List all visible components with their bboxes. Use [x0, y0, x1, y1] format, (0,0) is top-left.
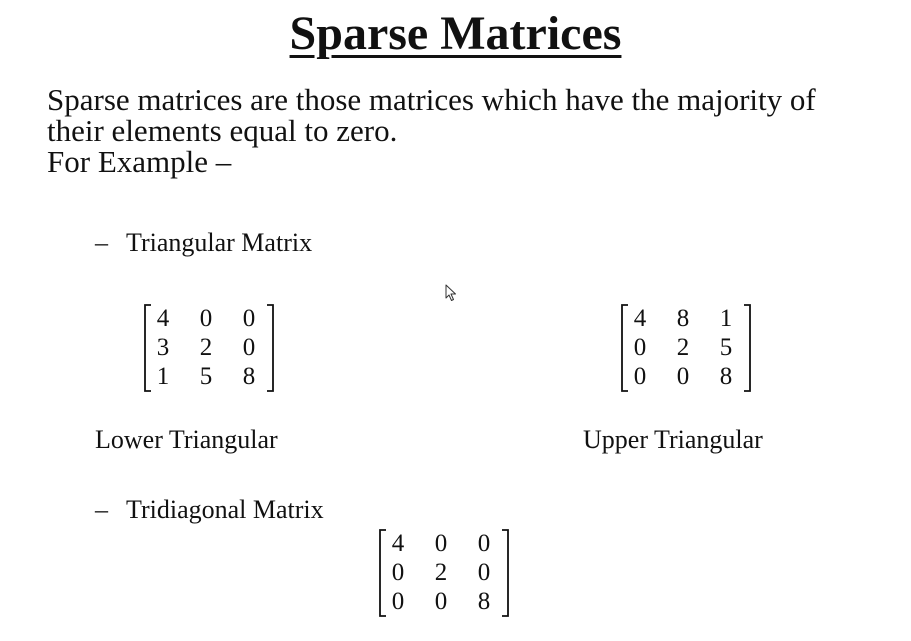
matrix-cell: 0 — [391, 559, 405, 586]
matrix-cell: 5 — [199, 363, 213, 390]
matrix-cell: 0 — [242, 305, 256, 332]
matrix-cell: 0 — [391, 588, 405, 615]
matrix-cell: 4 — [391, 530, 405, 557]
bullet-label: Triangular Matrix — [126, 228, 313, 257]
matrix-cell: 0 — [434, 530, 448, 557]
matrix-cell: 0 — [633, 363, 647, 390]
upper-triangular-matrix: 4 8 1 0 2 5 0 0 8 — [620, 304, 752, 392]
intro-paragraph: Sparse matrices are those matrices which… — [47, 84, 907, 177]
matrix-cell: 1 — [156, 363, 170, 390]
matrix-cell: 0 — [199, 305, 213, 332]
matrix-cell: 2 — [434, 559, 448, 586]
matrix-cell: 8 — [719, 363, 733, 390]
bullet-triangular-matrix: – Triangular Matrix — [95, 228, 312, 258]
bullet-dash: – — [95, 495, 108, 524]
matrix-cell: 2 — [676, 334, 690, 361]
slide-title: Sparse Matrices — [0, 4, 911, 64]
matrix-cell: 0 — [434, 588, 448, 615]
slide-title-text: Sparse Matrices — [289, 7, 622, 60]
matrix-cell: 8 — [242, 363, 256, 390]
caption-lower-triangular: Lower Triangular — [95, 425, 278, 454]
matrix-cell: 1 — [719, 305, 733, 332]
matrix-cell: 0 — [242, 334, 256, 361]
matrix-cell: 0 — [676, 363, 690, 390]
tridiagonal-matrix: 4 0 0 0 2 0 0 0 8 — [378, 529, 510, 617]
matrix-cell: 8 — [477, 588, 491, 615]
matrix-cell: 3 — [156, 334, 170, 361]
matrix-cell: 0 — [477, 530, 491, 557]
matrix-cell: 5 — [719, 334, 733, 361]
mouse-pointer-icon — [445, 284, 456, 301]
bullet-dash: – — [95, 228, 108, 257]
intro-line-3: For Example – — [47, 144, 232, 179]
matrix-cell: 8 — [676, 305, 690, 332]
caption-upper-triangular: Upper Triangular — [583, 425, 763, 454]
matrix-cell: 2 — [199, 334, 213, 361]
bullet-label: Tridiagonal Matrix — [126, 495, 324, 524]
lower-triangular-matrix: 4 0 0 3 2 0 1 5 8 — [143, 304, 275, 392]
bullet-tridiagonal-matrix: – Tridiagonal Matrix — [95, 495, 324, 525]
matrix-cell: 4 — [156, 305, 170, 332]
matrix-cell: 0 — [477, 559, 491, 586]
matrix-cell: 4 — [633, 305, 647, 332]
intro-line-2: their elements equal to zero. — [47, 113, 398, 148]
matrix-cell: 0 — [633, 334, 647, 361]
intro-line-1: Sparse matrices are those matrices which… — [47, 82, 816, 117]
